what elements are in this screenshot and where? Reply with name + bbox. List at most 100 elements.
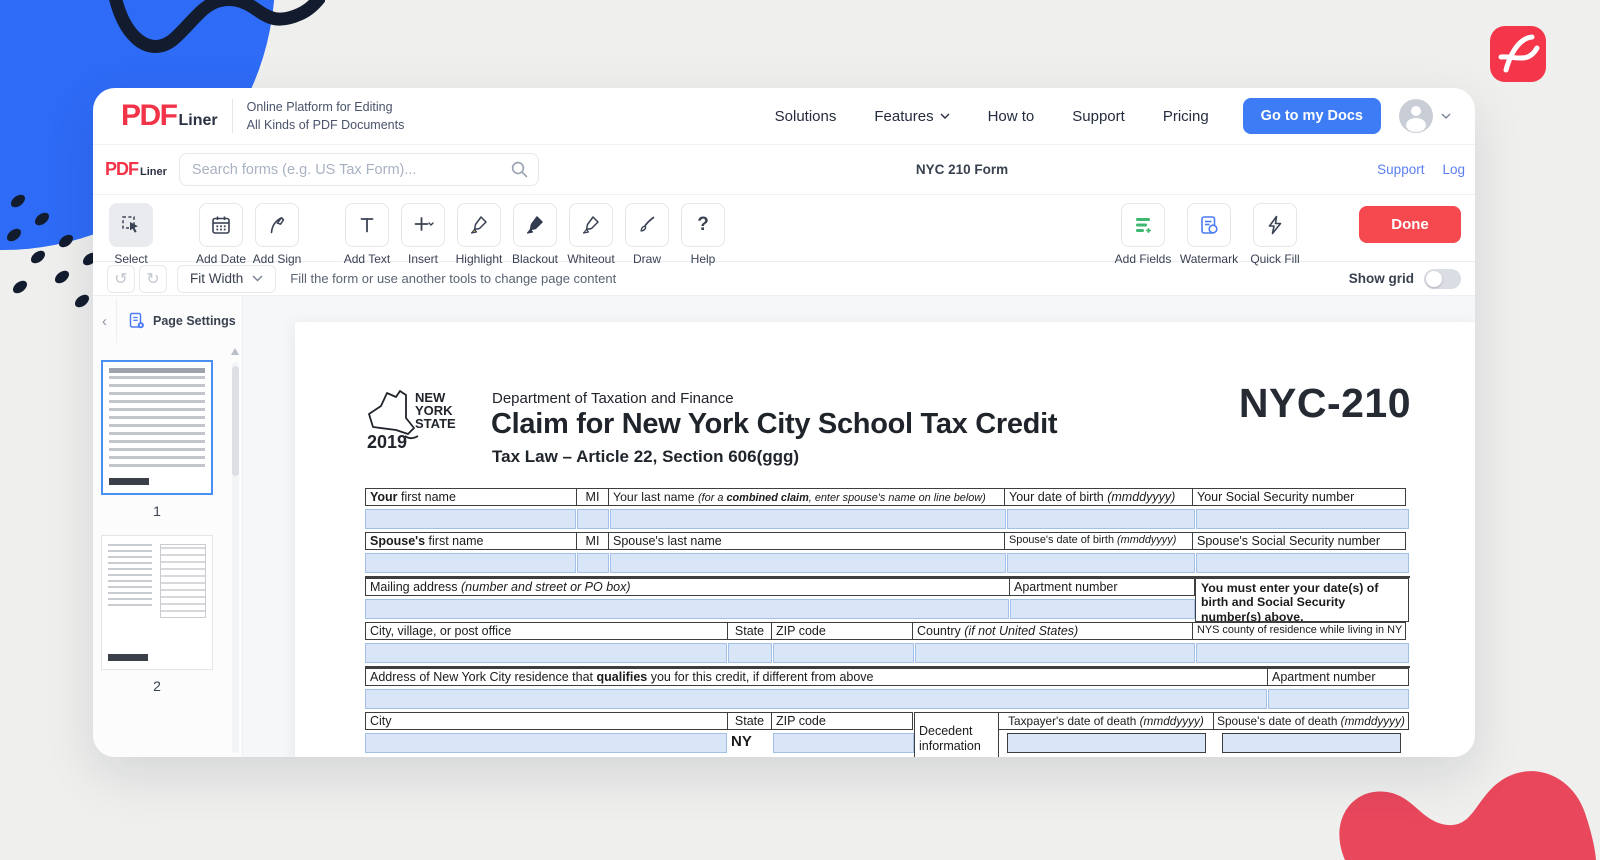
add-fields-icon	[1131, 213, 1155, 237]
brand-logo[interactable]: PDFLiner	[121, 99, 218, 133]
show-grid-toggle[interactable]	[1424, 269, 1461, 289]
scroll-up-icon[interactable]	[231, 348, 239, 355]
form-subtitle: Tax Law – Article 22, Section 606(ggg)	[492, 447, 799, 467]
nav-support[interactable]: Support	[1072, 108, 1125, 125]
nav-features[interactable]: Features	[874, 108, 949, 125]
tool-add-text[interactable]: Add Text	[343, 203, 391, 266]
avatar[interactable]	[1399, 99, 1433, 133]
whiteout-marker-icon	[579, 213, 603, 237]
editor-content: ‹ Page Settings 1	[93, 296, 1475, 757]
tool-blackout[interactable]: Blackout	[511, 203, 559, 266]
form-field-spouse-death[interactable]	[1222, 733, 1401, 753]
form-field-spouse-dob[interactable]	[1007, 553, 1195, 573]
support-link[interactable]: Support	[1377, 162, 1424, 177]
tool-add-date[interactable]: Add Date	[197, 203, 245, 266]
zoom-mode-select[interactable]: Fit Width	[177, 265, 276, 293]
page-settings-button[interactable]: Page Settings	[117, 311, 236, 331]
field-label-mailing-address: Mailing address (number and street or PO…	[365, 578, 1010, 596]
tool-quick-fill[interactable]: Quick Fill	[1243, 203, 1307, 266]
form-field-spouse-last-name[interactable]	[610, 553, 1006, 573]
page-number-1: 1	[101, 503, 213, 519]
document-title: NYC 210 Form	[916, 162, 1008, 177]
form-field-zip[interactable]	[773, 643, 914, 663]
done-button[interactable]: Done	[1359, 206, 1461, 243]
field-label-nyc-residence: Address of New York City residence that …	[365, 668, 1268, 686]
search-input[interactable]	[179, 153, 539, 186]
logout-link[interactable]: Log	[1442, 162, 1465, 177]
form-field-apartment-number-2[interactable]	[1268, 689, 1409, 709]
search-box	[179, 153, 539, 186]
field-label-taxpayer-death: Taxpayer's date of death (mmddyyyy)	[998, 712, 1214, 730]
form-field-your-first-name[interactable]	[365, 509, 576, 529]
redo-icon: ↻	[146, 269, 159, 289]
pdfliner-logo-mark-icon	[1490, 26, 1546, 82]
pdf-page: NEW YORK STATE 2019 Department of Taxati…	[295, 322, 1475, 757]
tool-add-fields[interactable]: Add Fields	[1111, 203, 1175, 266]
field-label-city-village: City, village, or post office	[365, 622, 728, 640]
table-row: City, village, or post office State ZIP …	[365, 622, 1410, 640]
pages-sidebar: ‹ Page Settings 1	[93, 296, 243, 757]
select-icon	[119, 213, 143, 237]
form-field-city-2[interactable]	[365, 733, 727, 753]
taxpayer-death-column: Taxpayer's date of death (mmddyyyy)	[999, 712, 1214, 757]
nav-pricing[interactable]: Pricing	[1163, 108, 1209, 125]
pdfliner-app-icon[interactable]	[1490, 26, 1546, 82]
tool-watermark[interactable]: Watermark	[1177, 203, 1241, 266]
mini-brand-logo[interactable]: PDFLiner	[105, 159, 167, 180]
document-toolbar: PDFLiner NYC 210 Form Support Log	[93, 145, 1475, 195]
form-field-mailing-address[interactable]	[365, 599, 1009, 619]
undo-button[interactable]: ↺	[107, 265, 135, 293]
form-field-your-last-name[interactable]	[610, 509, 1006, 529]
main-nav: Solutions Features How to Support Pricin…	[775, 108, 1209, 125]
table-row	[365, 550, 1410, 576]
redo-button[interactable]: ↻	[139, 265, 167, 293]
form-field-city-village[interactable]	[365, 643, 727, 663]
collapse-sidebar-button[interactable]: ‹	[93, 299, 117, 343]
page-thumbnail-2[interactable]	[101, 535, 213, 670]
table-row: Spouse's first name MI Spouse's last nam…	[365, 532, 1410, 550]
form-field-spouse-mi[interactable]	[577, 553, 609, 573]
form-field-taxpayer-death[interactable]	[1007, 733, 1206, 753]
nav-solutions[interactable]: Solutions	[775, 108, 837, 125]
form-field-your-ssn[interactable]	[1196, 509, 1409, 529]
form-field-zip-2[interactable]	[773, 733, 914, 753]
form-field-apartment-number[interactable]	[1010, 599, 1195, 619]
page-settings-bar: ‹ Page Settings	[93, 296, 242, 346]
account-chevron-icon[interactable]	[1441, 113, 1451, 119]
blackout-marker-icon	[523, 213, 547, 237]
nav-how-to[interactable]: How to	[988, 108, 1035, 125]
page-thumbnail-1[interactable]	[101, 360, 213, 495]
pdfliner-app-window: PDFLiner Online Platform for Editing All…	[93, 88, 1475, 757]
thumbs-scrollbar-thumb[interactable]	[232, 366, 239, 476]
field-label-zip-2: ZIP code	[771, 712, 913, 730]
field-label-your-ssn: Your Social Security number	[1192, 488, 1406, 506]
form-title: Claim for New York City School Tax Credi…	[491, 408, 1057, 441]
show-grid-label: Show grid	[1349, 271, 1414, 286]
view-toolbar: ↺ ↻ Fit Width Fill the form or use anoth…	[93, 262, 1475, 296]
table-row: Address of New York City residence that …	[365, 668, 1410, 686]
form-field-nyc-residence[interactable]	[365, 689, 1267, 709]
form-field-your-mi[interactable]	[577, 509, 609, 529]
form-field-spouse-ssn[interactable]	[1196, 553, 1409, 573]
form-field-nys-county[interactable]	[1196, 643, 1409, 663]
ink-dot-decoration	[73, 292, 92, 310]
form-field-country[interactable]	[915, 643, 1195, 663]
tool-select[interactable]: Select	[107, 203, 155, 266]
tool-insert[interactable]: Insert	[399, 203, 447, 266]
new-york-state-logo: NEW YORK STATE 2019	[365, 384, 469, 452]
editor-toolbar: Select Add Date Add Sign Add Text Insert	[93, 195, 1475, 262]
tool-whiteout[interactable]: Whiteout	[567, 203, 615, 266]
search-icon[interactable]	[510, 160, 529, 179]
go-to-docs-button[interactable]: Go to my Docs	[1243, 98, 1381, 134]
form-field-spouse-first-name[interactable]	[365, 553, 576, 573]
tool-help[interactable]: ? Help	[679, 203, 727, 266]
question-mark-icon: ?	[697, 214, 709, 236]
field-label-apartment-number: Apartment number	[1009, 578, 1195, 596]
top-header: PDFLiner Online Platform for Editing All…	[93, 88, 1475, 145]
tool-draw[interactable]: Draw	[623, 203, 671, 266]
tool-highlight[interactable]: Highlight	[455, 203, 503, 266]
form-field-your-dob[interactable]	[1007, 509, 1195, 529]
form-field-state[interactable]	[728, 643, 772, 663]
tool-add-sign[interactable]: Add Sign	[253, 203, 301, 266]
field-label-spouse-death: Spouse's date of death (mmddyyyy)	[1213, 712, 1409, 730]
